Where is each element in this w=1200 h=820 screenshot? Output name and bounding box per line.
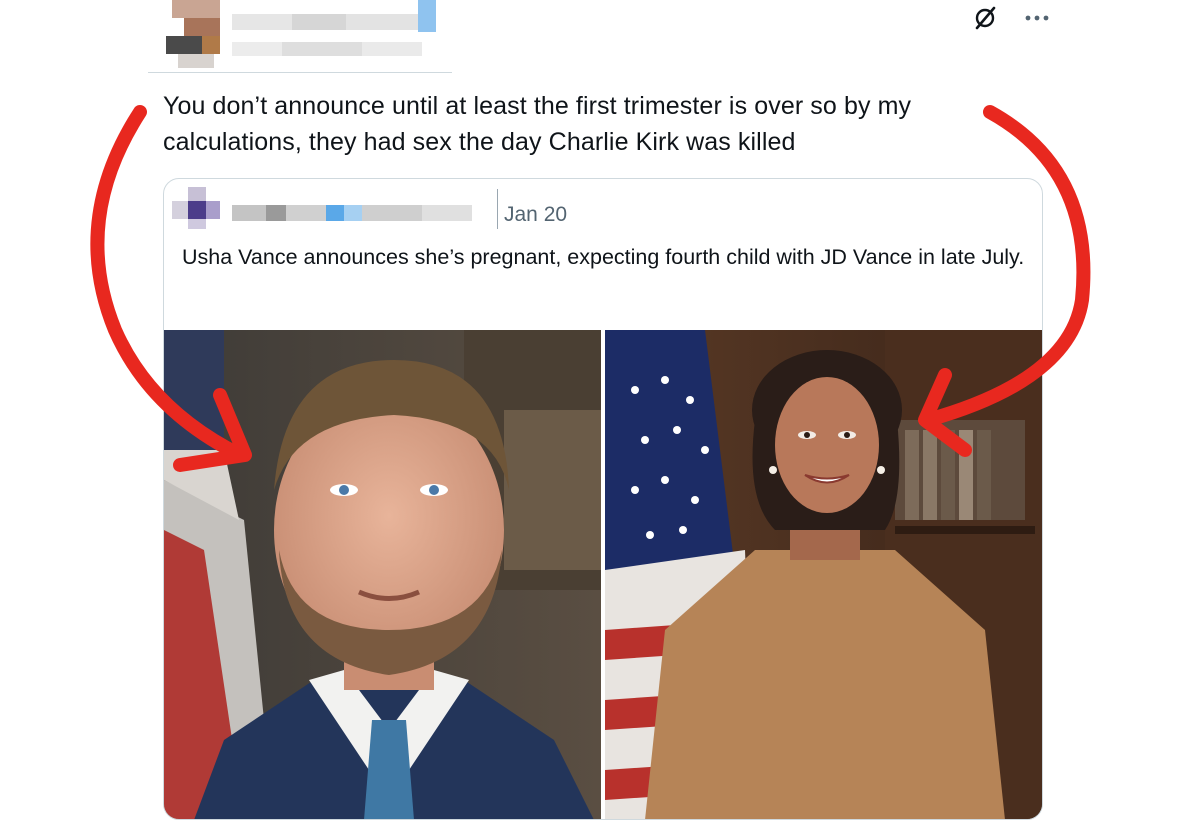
quoted-tweet-card[interactable]: Jan 20 Usha Vance announces she’s pregna… bbox=[163, 178, 1043, 820]
more-dots-icon[interactable] bbox=[1020, 4, 1054, 32]
photo-grid bbox=[164, 330, 1042, 819]
quoted-tweet-date[interactable]: Jan 20 bbox=[504, 203, 567, 227]
quoted-tweet-header: Jan 20 bbox=[164, 179, 1042, 239]
grok-icon[interactable] bbox=[968, 4, 1002, 32]
quoted-header-divider bbox=[497, 189, 498, 229]
tweet-text: You don’t announce until at least the fi… bbox=[163, 92, 912, 156]
redacted-quoted-user bbox=[172, 187, 498, 231]
woman-portrait-photo[interactable] bbox=[605, 330, 1042, 819]
tweet-actions bbox=[968, 4, 1054, 32]
header-divider bbox=[148, 72, 452, 73]
quoted-tweet-text: Usha Vance announces she’s pregnant, exp… bbox=[182, 245, 1025, 269]
man-portrait-photo[interactable] bbox=[164, 330, 601, 819]
redacted-user-header bbox=[148, 0, 452, 72]
